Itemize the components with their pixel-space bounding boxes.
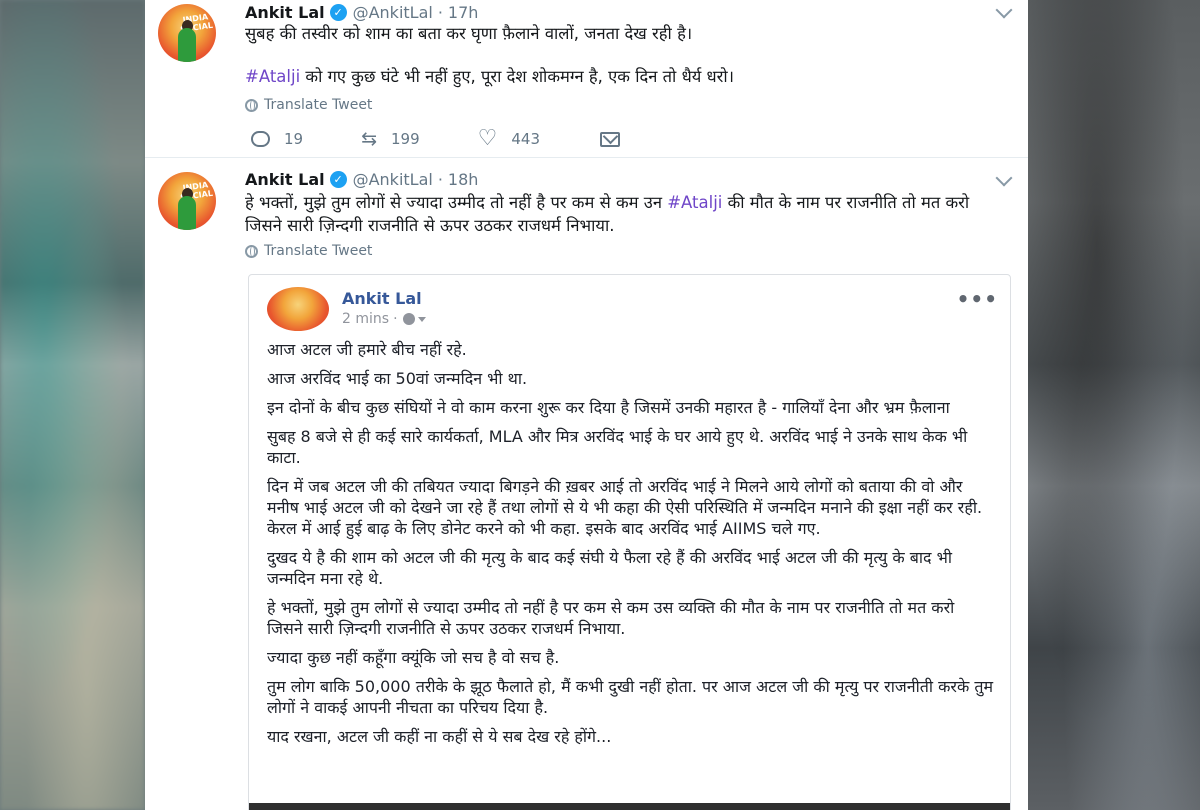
caret-down-icon[interactable] bbox=[417, 316, 426, 322]
post-paragraph: तुम लोग बाकि 50,000 तरीके के झूठ फैलाते … bbox=[267, 677, 994, 717]
reply-button[interactable]: 19 bbox=[251, 130, 303, 148]
blurred-background-right bbox=[1028, 0, 1200, 810]
public-audience-icon bbox=[402, 313, 415, 325]
translate-label: Translate Tweet bbox=[264, 97, 373, 113]
post-paragraph: हे भक्तों, मुझे तुम लोगों से ज्यादा उम्म… bbox=[267, 598, 955, 638]
avatar-body bbox=[178, 196, 196, 230]
retweet-count: 199 bbox=[391, 130, 420, 148]
post-paragraph: आज अरविंद भाई का 50वां जन्मदिन भी था. bbox=[267, 369, 528, 388]
post-paragraph: ज्यादा कुछ नहीं कहूँगा क्यूंकि जो सच है … bbox=[267, 648, 560, 667]
tweet-header: Ankit Lal ✓ @AnkitLal · 18h bbox=[245, 170, 478, 189]
direct-message-button[interactable] bbox=[600, 131, 621, 147]
translate-label: Translate Tweet bbox=[264, 243, 373, 259]
post-paragraph: दुखद ये है की शाम को अटल जी की मृत्यु के… bbox=[267, 548, 952, 588]
mail-icon bbox=[600, 131, 621, 147]
avatar[interactable]: INDIA SOCIAL bbox=[158, 4, 216, 62]
post-meta: 2 mins · bbox=[342, 311, 426, 327]
tweet-author-name[interactable]: Ankit Lal bbox=[245, 170, 325, 189]
tweet-timeline: INDIA SOCIAL Ankit Lal ✓ @AnkitLal · 17h… bbox=[145, 0, 1028, 810]
post-paragraph: सुबह 8 बजे से ही कई सारे कार्यकर्ता, MLA… bbox=[267, 427, 968, 467]
separator-dot: · bbox=[437, 170, 443, 189]
separator-dot: · bbox=[393, 311, 398, 327]
reply-count: 19 bbox=[284, 130, 304, 148]
globe-icon bbox=[245, 98, 258, 112]
chevron-down-icon[interactable] bbox=[995, 169, 1013, 187]
post-paragraph: दिन में जब अटल जी की तबियत ज्यादा बिगड़न… bbox=[267, 477, 983, 538]
post-timestamp[interactable]: 2 mins bbox=[342, 311, 389, 327]
avatar-body bbox=[178, 28, 196, 62]
post-body: आज अटल जी हमारे बीच नहीं रहे. आज अरविंद … bbox=[267, 339, 994, 755]
retweet-icon: ⇆ bbox=[361, 128, 378, 150]
heart-icon: ♡ bbox=[477, 126, 498, 151]
more-options-icon[interactable]: ••• bbox=[957, 287, 998, 311]
post-paragraph: इन दोनों के बीच कुछ संघियों ने वो काम कर… bbox=[267, 398, 950, 417]
translate-tweet-link[interactable]: Translate Tweet bbox=[245, 243, 372, 259]
chevron-down-icon[interactable] bbox=[995, 1, 1013, 19]
post-media-edge bbox=[249, 803, 1010, 810]
avatar[interactable]: INDIA SOCIAL bbox=[158, 172, 216, 230]
tweet-text-line: #Atalji को गए कुछ घंटे भी नहीं हुए, पूरा… bbox=[245, 65, 1010, 88]
globe-icon bbox=[245, 244, 258, 258]
tweet-text: हे भक्तों, मुझे तुम लोगों से ज्यादा उम्म… bbox=[245, 191, 1010, 237]
translate-tweet-link[interactable]: Translate Tweet bbox=[245, 97, 372, 113]
verified-badge-icon: ✓ bbox=[329, 171, 347, 188]
avatar-head bbox=[267, 287, 277, 297]
tweet-text: सुबह की तस्वीर को शाम का बता कर घृणा फ़ै… bbox=[245, 22, 1010, 88]
tweet-author-name[interactable]: Ankit Lal bbox=[245, 3, 325, 22]
tweet-author-handle[interactable]: @AnkitLal bbox=[353, 170, 433, 189]
retweet-button[interactable]: ⇆ 199 bbox=[361, 128, 420, 150]
embedded-facebook-post[interactable]: Ankit Lal 2 mins · ••• आज अटल जी हमारे ब… bbox=[248, 274, 1011, 810]
tweet-timestamp[interactable]: 18h bbox=[448, 170, 479, 189]
tweet-author-handle[interactable]: @AnkitLal bbox=[353, 3, 433, 22]
reply-icon bbox=[251, 131, 270, 147]
like-count: 443 bbox=[511, 130, 541, 148]
post-author-name[interactable]: Ankit Lal bbox=[342, 289, 422, 308]
like-button[interactable]: ♡ 443 bbox=[477, 126, 541, 151]
tweet-card[interactable]: INDIA SOCIAL Ankit Lal ✓ @AnkitLal · 17h… bbox=[145, 0, 1028, 158]
separator-dot: · bbox=[437, 3, 443, 22]
blurred-background-left bbox=[0, 0, 145, 810]
post-paragraph: आज अटल जी हमारे बीच नहीं रहे. bbox=[267, 340, 467, 359]
avatar[interactable] bbox=[267, 287, 329, 331]
tweet-text-fragment: को गए कुछ घंटे भी नहीं हुए, पूरा देश शोक… bbox=[300, 67, 734, 86]
tweet-text-fragment: हे भक्तों, मुझे तुम लोगों से ज्यादा उम्म… bbox=[245, 193, 668, 212]
avatar-body bbox=[267, 297, 283, 323]
verified-badge-icon: ✓ bbox=[329, 4, 347, 21]
tweet-timestamp[interactable]: 17h bbox=[448, 3, 479, 22]
tweet-actions: 19 ⇆ 199 ♡ 443 bbox=[251, 128, 650, 150]
hashtag-link[interactable]: #Atalji bbox=[245, 67, 300, 86]
tweet-header: Ankit Lal ✓ @AnkitLal · 17h bbox=[245, 3, 478, 22]
tweet-text-line: सुबह की तस्वीर को शाम का बता कर घृणा फ़ै… bbox=[245, 24, 693, 43]
hashtag-link[interactable]: #Atalji bbox=[667, 193, 722, 212]
post-paragraph: याद रखना, अटल जी कहीं ना कहीं से ये सब द… bbox=[267, 727, 612, 746]
